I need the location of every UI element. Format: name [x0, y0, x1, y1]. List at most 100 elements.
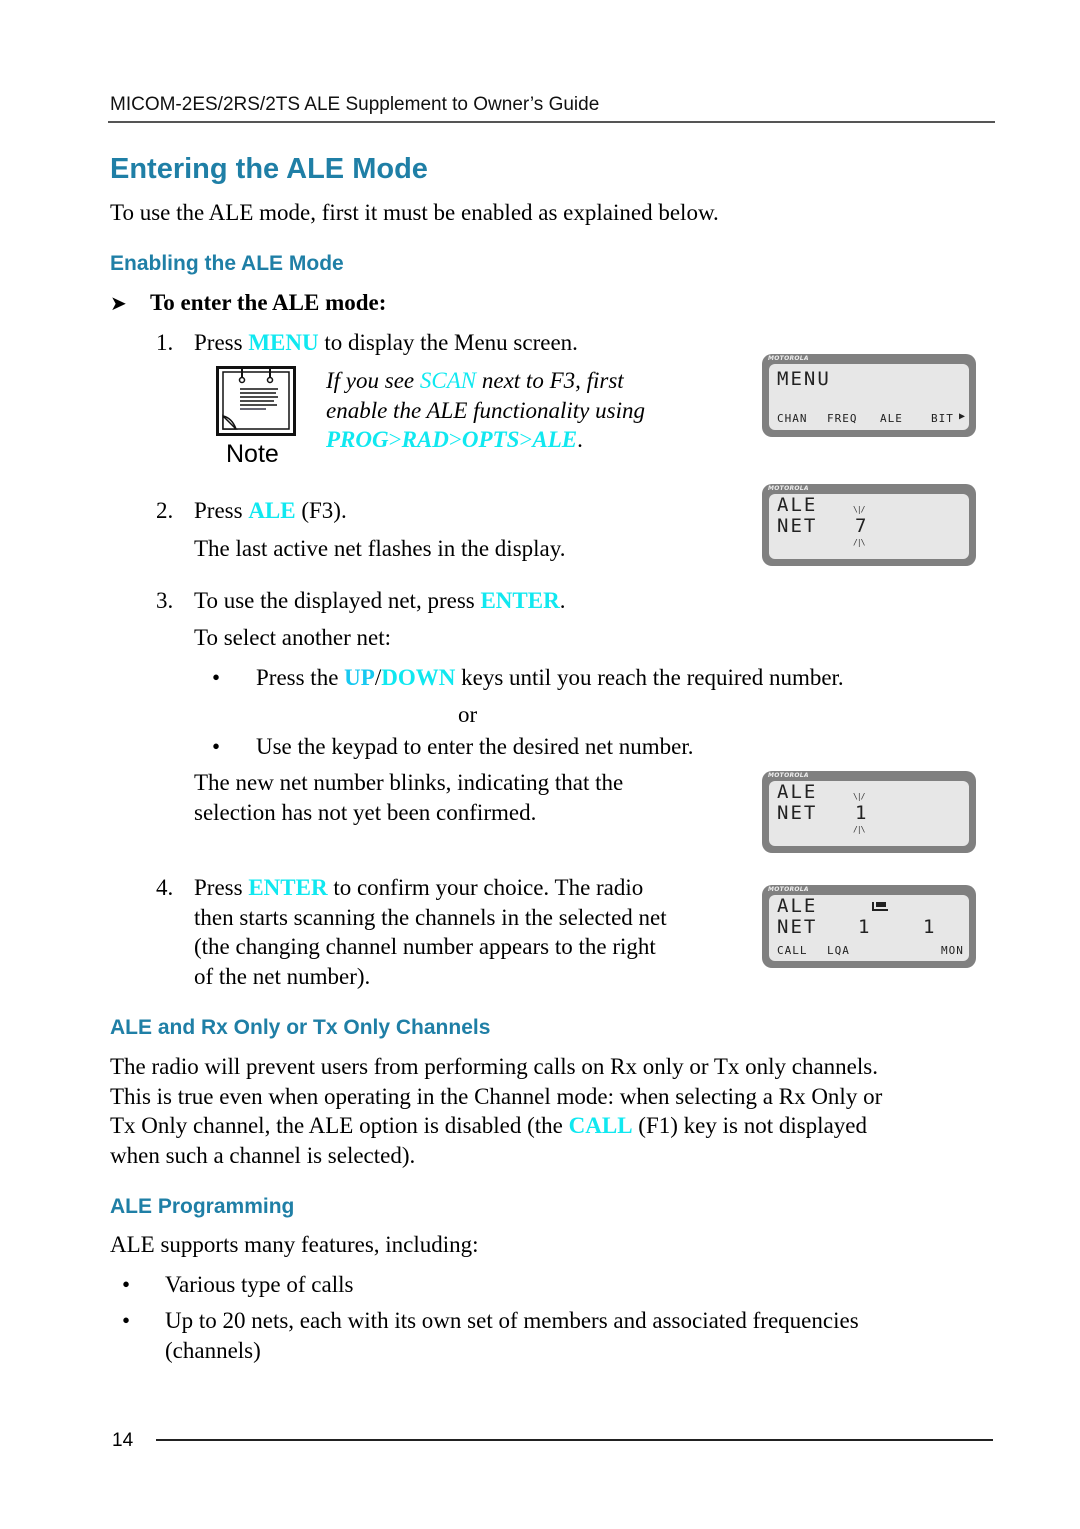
paragraph-line: This is true even when operating in the … [110, 1083, 883, 1109]
bullet-up-down: • Press the UP/DOWN keys until you reach … [194, 663, 844, 693]
programming-bullet: • Various type of calls [110, 1270, 353, 1300]
lcd-screen: MENU CHAN FREQ ALE BIT ▶ [769, 364, 969, 430]
programming-bullet-continuation: (channels) [165, 1338, 261, 1363]
note-label: Note [226, 440, 279, 468]
paragraph-line: Tx Only channel, the ALE option is disab… [110, 1113, 569, 1138]
lcd-line-net: NET [777, 802, 818, 824]
softkey-freq: FREQ [827, 412, 858, 425]
subsection-title-enabling: Enabling the ALE Mode [110, 252, 344, 275]
step-text: (the changing channel number appears to … [194, 934, 656, 959]
bullet-icon: • [212, 734, 221, 759]
note-line: next to F3, first [476, 368, 624, 393]
note-menu-path: PROG>RAD>OPTS>ALE. [326, 425, 645, 455]
header-rule [108, 121, 995, 123]
step-text: of the net number). [194, 963, 371, 989]
step-number: 1. [156, 330, 174, 355]
lcd-title: MENU [777, 368, 831, 390]
or-separator: or [458, 702, 478, 727]
step-text: to display the Menu screen. [318, 330, 578, 355]
flash-indicator-icon: \|/ [853, 505, 865, 514]
step-text: (F3). [295, 498, 347, 523]
key-up: UP [344, 665, 375, 690]
page-title: Entering the ALE Mode [110, 153, 428, 185]
lcd-line-ale: ALE [777, 494, 818, 516]
note-line: If you see [326, 368, 420, 393]
flash-indicator-icon: /|\ [853, 538, 865, 547]
softkey-bit: BIT [931, 412, 954, 425]
note-text: If you see SCAN next to F3, first enable… [326, 366, 645, 455]
flash-indicator-icon: \|/ [853, 792, 865, 801]
lcd-net-flash-display: MOTOROLA ALE NET \|/ 1 /|\ [762, 771, 976, 853]
path-rad: RAD [401, 427, 449, 452]
bullet-text: Press the [256, 665, 345, 690]
step-1: 1. Press MENU to display the Menu screen. [156, 328, 578, 358]
scan-indicator-icon [872, 902, 888, 911]
step-text: To use the displayed net, press [194, 588, 481, 613]
path-end: . [577, 427, 583, 452]
bullet-icon: • [212, 665, 221, 690]
path-separator: > [519, 427, 533, 452]
key-enter: ENTER [480, 588, 560, 613]
lcd-channel-number: 1 [923, 916, 937, 938]
paragraph-line: The radio will prevent users from perfor… [110, 1054, 878, 1079]
lcd-line-ale: ALE [777, 895, 818, 917]
step-text: then starts scanning the channels in the… [194, 904, 667, 930]
path-separator: > [448, 427, 462, 452]
arrow-right-icon: ➤ [110, 291, 127, 315]
programming-intro: ALE supports many features, including: [110, 1232, 479, 1257]
step-text: Press [194, 875, 249, 900]
paragraph-line: (F1) key is not displayed [632, 1113, 867, 1138]
lcd-screen: ALE NET \|/ 1 /|\ [769, 781, 969, 846]
section-intro: To use the ALE mode, first it must be en… [110, 200, 719, 225]
path-prog: PROG [326, 427, 389, 452]
lcd-line-net: NET [777, 916, 818, 938]
subsection-title-rx-tx: ALE and Rx Only or Tx Only Channels [110, 1016, 491, 1039]
bullet-icon: • [122, 1308, 131, 1333]
key-menu: MENU [248, 330, 319, 355]
motorola-logo: MOTOROLA [768, 355, 809, 362]
step-text: Press [194, 330, 249, 355]
notepad-icon [216, 366, 296, 436]
programming-bullet: • Up to 20 nets, each with its own set of… [110, 1306, 859, 1336]
key-ale: ALE [248, 498, 296, 523]
triangle-right-icon: ▶ [959, 411, 967, 422]
rx-tx-paragraph: The radio will prevent users from perfor… [110, 1052, 1010, 1170]
step-2: 2. Press ALE (F3). [156, 496, 347, 526]
lcd-screen: ALE NET \|/ 7 /|\ [769, 494, 969, 559]
running-header: MICOM-2ES/2RS/2TS ALE Supplement to Owne… [110, 94, 600, 115]
step-text: . [559, 588, 566, 613]
softkey-call: CALL [777, 944, 808, 957]
softkey-lqa: LQA [827, 944, 850, 957]
bullet-text: Use the keypad to enter the desired net … [256, 734, 694, 759]
path-opts: OPTS [461, 427, 520, 452]
softkey-mon: MON [941, 944, 964, 957]
note-line: enable the ALE functionality using [326, 397, 645, 423]
procedure-heading: ➤ To enter the ALE mode: [110, 290, 386, 316]
bullet-keypad: • Use the keypad to enter the desired net… [194, 732, 694, 762]
lcd-net-number: 7 [855, 515, 869, 537]
step-3: 3. To use the displayed net, press ENTER. [156, 586, 565, 616]
motorola-logo: MOTOROLA [768, 886, 809, 893]
lcd-net-number: 1 [858, 916, 872, 938]
step-number: 3. [156, 588, 174, 613]
detail-line: The new net number blinks, indicating th… [194, 770, 624, 795]
step-3-detail: The new net number blinks, indicating th… [194, 768, 623, 827]
lcd-line-net: NET [777, 515, 818, 537]
procedure-title: To enter the ALE mode: [150, 290, 387, 315]
step-number: 2. [156, 498, 174, 523]
step-3-sub: To select another net: [194, 625, 392, 650]
bullet-text: keys until you reach the required number… [455, 665, 844, 690]
footer-rule [156, 1439, 993, 1441]
path-separator: > [388, 427, 402, 452]
step-text: Press [194, 498, 249, 523]
detail-line: selection has not yet been confirmed. [194, 799, 537, 825]
step-number: 4. [156, 875, 174, 900]
lcd-net-scan-display: MOTOROLA ALE NET 1 1 CALL LQA MON [762, 885, 976, 968]
softkey-ale: ALE [880, 412, 903, 425]
lcd-net-flash-display: MOTOROLA ALE NET \|/ 7 /|\ [762, 484, 976, 566]
key-call: CALL [568, 1113, 633, 1138]
step-4: 4. Press ENTER to confirm your choice. Th… [156, 873, 667, 991]
flash-indicator-icon: /|\ [853, 825, 865, 834]
key-scan: SCAN [419, 368, 477, 393]
motorola-logo: MOTOROLA [768, 772, 809, 779]
